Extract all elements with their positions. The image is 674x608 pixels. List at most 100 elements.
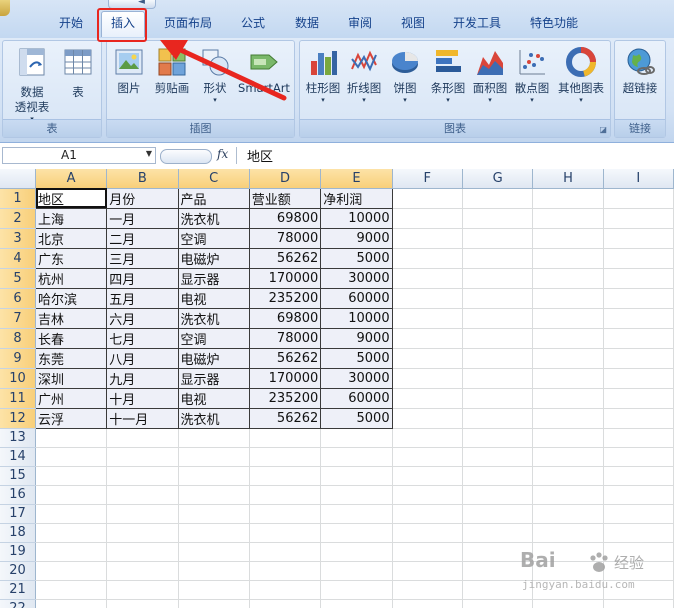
cell-d1[interactable]: 营业额	[249, 188, 322, 209]
cell-b19[interactable]	[106, 542, 179, 562]
cell-h11[interactable]	[532, 388, 604, 409]
cell-a7[interactable]: 吉林	[35, 308, 108, 329]
cell-e17[interactable]	[320, 504, 393, 524]
tab-page-layout[interactable]: 页面布局	[160, 12, 216, 34]
column-header-b[interactable]: B	[106, 169, 179, 189]
cell-e10[interactable]: 30000	[320, 368, 393, 389]
row-header-4[interactable]: 4	[0, 248, 36, 269]
cell-g19[interactable]	[462, 542, 534, 562]
cell-e12[interactable]: 5000	[320, 408, 393, 429]
cell-g16[interactable]	[462, 485, 534, 505]
cell-b6[interactable]: 五月	[106, 288, 179, 309]
cell-h19[interactable]	[532, 542, 604, 562]
cell-g13[interactable]	[462, 428, 534, 448]
column-header-h[interactable]: H	[532, 169, 604, 189]
cell-d9[interactable]: 56262	[249, 348, 322, 369]
cell-a15[interactable]	[35, 466, 108, 486]
column-header-i[interactable]: I	[603, 169, 674, 189]
cell-c16[interactable]	[178, 485, 250, 505]
row-header-19[interactable]: 19	[0, 542, 36, 562]
cell-h7[interactable]	[532, 308, 604, 329]
cell-f1[interactable]	[392, 188, 463, 209]
cell-h8[interactable]	[532, 328, 604, 349]
other-charts-button[interactable]: 其他图表 ▾	[554, 47, 608, 105]
cell-a21[interactable]	[35, 580, 108, 600]
cell-g4[interactable]	[462, 248, 534, 269]
cell-a8[interactable]: 长春	[35, 328, 108, 349]
cell-b20[interactable]	[106, 561, 179, 581]
row-header-7[interactable]: 7	[0, 308, 36, 329]
insert-function-icon[interactable]: fx	[217, 147, 228, 161]
cell-e4[interactable]: 5000	[320, 248, 393, 269]
cell-g9[interactable]	[462, 348, 534, 369]
cell-a10[interactable]: 深圳	[35, 368, 108, 389]
cell-d7[interactable]: 69800	[249, 308, 322, 329]
cell-c19[interactable]	[178, 542, 250, 562]
cell-c14[interactable]	[178, 447, 250, 467]
cell-h2[interactable]	[532, 208, 604, 229]
cell-e18[interactable]	[320, 523, 393, 543]
row-header-6[interactable]: 6	[0, 288, 36, 309]
row-header-14[interactable]: 14	[0, 447, 36, 467]
cell-e11[interactable]: 60000	[320, 388, 393, 409]
column-chart-button[interactable]: 柱形图 ▾	[304, 47, 342, 105]
cell-e19[interactable]	[320, 542, 393, 562]
cell-g12[interactable]	[462, 408, 534, 429]
cell-i4[interactable]	[603, 248, 674, 269]
row-header-10[interactable]: 10	[0, 368, 36, 389]
cell-f19[interactable]	[392, 542, 463, 562]
cell-f4[interactable]	[392, 248, 463, 269]
cell-a3[interactable]: 北京	[35, 228, 108, 249]
row-header-15[interactable]: 15	[0, 466, 36, 486]
cell-e7[interactable]: 10000	[320, 308, 393, 329]
cell-b13[interactable]	[106, 428, 179, 448]
shapes-button[interactable]: 形状 ▾	[198, 47, 232, 105]
cell-c4[interactable]: 电磁炉	[178, 248, 250, 269]
cell-e13[interactable]	[320, 428, 393, 448]
cell-g8[interactable]	[462, 328, 534, 349]
cell-i14[interactable]	[603, 447, 674, 467]
cell-f15[interactable]	[392, 466, 463, 486]
select-all-corner[interactable]	[0, 169, 36, 189]
cell-a16[interactable]	[35, 485, 108, 505]
tab-home[interactable]: 开始	[55, 12, 87, 34]
cell-e15[interactable]	[320, 466, 393, 486]
tab-view[interactable]: 视图	[396, 12, 430, 34]
cell-g21[interactable]	[462, 580, 534, 600]
cell-i10[interactable]	[603, 368, 674, 389]
cell-c21[interactable]	[178, 580, 250, 600]
cell-d10[interactable]: 170000	[249, 368, 322, 389]
picture-button[interactable]: 图片	[113, 47, 145, 96]
cell-h9[interactable]	[532, 348, 604, 369]
row-header-11[interactable]: 11	[0, 388, 36, 409]
cell-f6[interactable]	[392, 288, 463, 309]
cell-g1[interactable]	[462, 188, 534, 209]
cell-f5[interactable]	[392, 268, 463, 289]
cell-f12[interactable]	[392, 408, 463, 429]
cell-b2[interactable]: 一月	[106, 208, 179, 229]
cell-i16[interactable]	[603, 485, 674, 505]
cell-b11[interactable]: 十月	[106, 388, 179, 409]
cell-a5[interactable]: 杭州	[35, 268, 108, 289]
column-header-c[interactable]: C	[178, 169, 250, 189]
area-chart-button[interactable]: 面积图 ▾	[470, 47, 510, 105]
cell-d17[interactable]	[249, 504, 322, 524]
qat-dropdown-icon[interactable]: ◄	[138, 0, 145, 7]
cell-h20[interactable]	[532, 561, 604, 581]
cell-c7[interactable]: 洗衣机	[178, 308, 250, 329]
cell-a19[interactable]	[35, 542, 108, 562]
cell-g20[interactable]	[462, 561, 534, 581]
pivot-table-button[interactable]: 数据 透视表 ▾	[9, 47, 55, 124]
cell-i8[interactable]	[603, 328, 674, 349]
row-header-16[interactable]: 16	[0, 485, 36, 505]
cell-f3[interactable]	[392, 228, 463, 249]
cell-f8[interactable]	[392, 328, 463, 349]
cell-i1[interactable]	[603, 188, 674, 209]
cell-d8[interactable]: 78000	[249, 328, 322, 349]
cell-f18[interactable]	[392, 523, 463, 543]
column-header-d[interactable]: D	[249, 169, 322, 189]
cell-b15[interactable]	[106, 466, 179, 486]
cell-c8[interactable]: 空调	[178, 328, 250, 349]
cell-b7[interactable]: 六月	[106, 308, 179, 329]
cell-a2[interactable]: 上海	[35, 208, 108, 229]
